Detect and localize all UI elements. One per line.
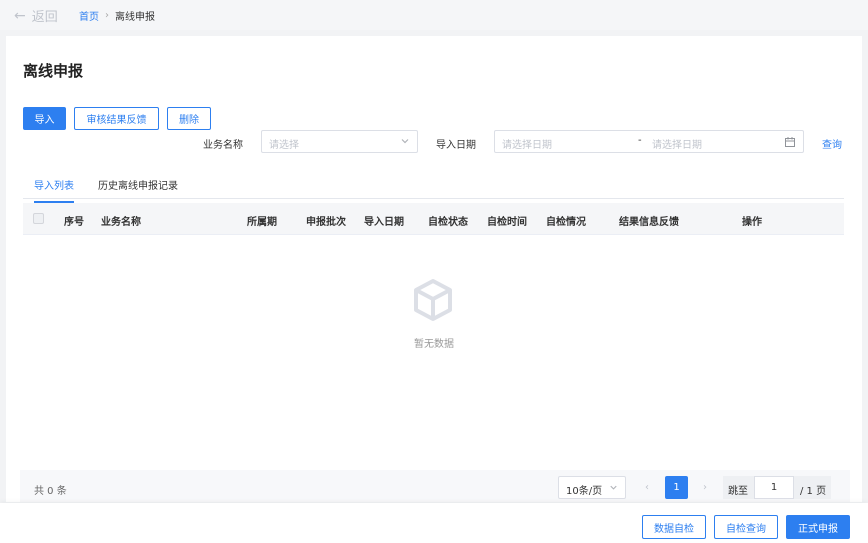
- column-header-check-status: 自检状态: [428, 217, 468, 228]
- back-label: 返回: [31, 10, 58, 25]
- breadcrumb-separator-icon: ›: [105, 10, 109, 21]
- chevron-down-icon: [401, 139, 409, 144]
- import-date-range-picker[interactable]: 请选择日期 - 请选择日期: [494, 130, 804, 153]
- business-name-label: 业务名称: [203, 140, 243, 151]
- tab-import-list[interactable]: 导入列表: [34, 177, 74, 203]
- tab-offline-history[interactable]: 历史离线申报记录: [98, 177, 178, 201]
- data-self-check-button[interactable]: 数据自检: [642, 515, 706, 539]
- jump-label: 跳至: [728, 486, 748, 497]
- column-header-check-result: 自检情况: [546, 217, 586, 228]
- page-title: 离线申报: [23, 62, 84, 80]
- page-number-current[interactable]: 1: [665, 476, 688, 499]
- delete-button[interactable]: 删除: [167, 107, 211, 130]
- column-header-business-name: 业务名称: [101, 217, 141, 228]
- import-date-label: 导入日期: [436, 140, 476, 151]
- main-card: 离线申报 导入 审核结果反馈 删除 业务名称 请选择 导入日期 请选择日期 - …: [6, 36, 862, 502]
- jump-page-input[interactable]: 1: [754, 476, 794, 499]
- date-range-separator: -: [638, 135, 642, 146]
- business-name-select[interactable]: 请选择: [261, 130, 418, 153]
- tab-bar: 导入列表 历史离线申报记录: [23, 172, 844, 203]
- page-size-value: 10条/页: [566, 486, 603, 497]
- query-button[interactable]: 查询: [822, 136, 842, 151]
- review-feedback-button[interactable]: 审核结果反馈: [74, 107, 159, 130]
- column-header-check-time: 自检时间: [487, 217, 527, 228]
- table-header: 序号 业务名称 所属期 申报批次 导入日期 自检状态 自检时间 自检情况 结果信…: [23, 203, 844, 235]
- date-end-placeholder: 请选择日期: [652, 140, 702, 151]
- date-start-placeholder: 请选择日期: [502, 140, 552, 151]
- next-page-icon[interactable]: ›: [703, 482, 707, 493]
- chevron-down-icon: [610, 485, 617, 490]
- calendar-icon: [785, 137, 795, 147]
- prev-page-icon[interactable]: ‹: [645, 482, 649, 493]
- column-header-batch: 申报批次: [306, 217, 346, 228]
- select-all-checkbox[interactable]: [33, 213, 44, 224]
- breadcrumb-current: 离线申报: [115, 12, 155, 23]
- column-header-import-date: 导入日期: [364, 217, 404, 228]
- empty-state-text: 暂无数据: [414, 339, 454, 350]
- back-button[interactable]: ← 返回: [14, 6, 58, 26]
- formal-submit-button[interactable]: 正式申报: [786, 515, 850, 539]
- breadcrumb: 首页 › 离线申报: [79, 8, 155, 23]
- empty-box-icon: [414, 279, 452, 321]
- column-header-feedback: 结果信息反馈: [619, 217, 679, 228]
- column-header-actions: 操作: [742, 217, 762, 228]
- business-name-placeholder: 请选择: [269, 140, 299, 151]
- breadcrumb-home-link[interactable]: 首页: [79, 8, 99, 23]
- footer-action-bar: 数据自检 自检查询 正式申报: [0, 503, 868, 543]
- back-arrow-icon: ←: [14, 7, 26, 24]
- column-header-period: 所属期: [247, 217, 277, 228]
- page-size-select[interactable]: 10条/页: [558, 476, 626, 499]
- import-button[interactable]: 导入: [23, 107, 66, 130]
- top-bar: ← 返回 首页 › 离线申报: [0, 0, 868, 30]
- column-header-index: 序号: [64, 217, 84, 228]
- total-count: 共 0 条: [34, 486, 67, 497]
- self-check-query-button[interactable]: 自检查询: [714, 515, 778, 539]
- total-pages: / 1 页: [800, 486, 827, 497]
